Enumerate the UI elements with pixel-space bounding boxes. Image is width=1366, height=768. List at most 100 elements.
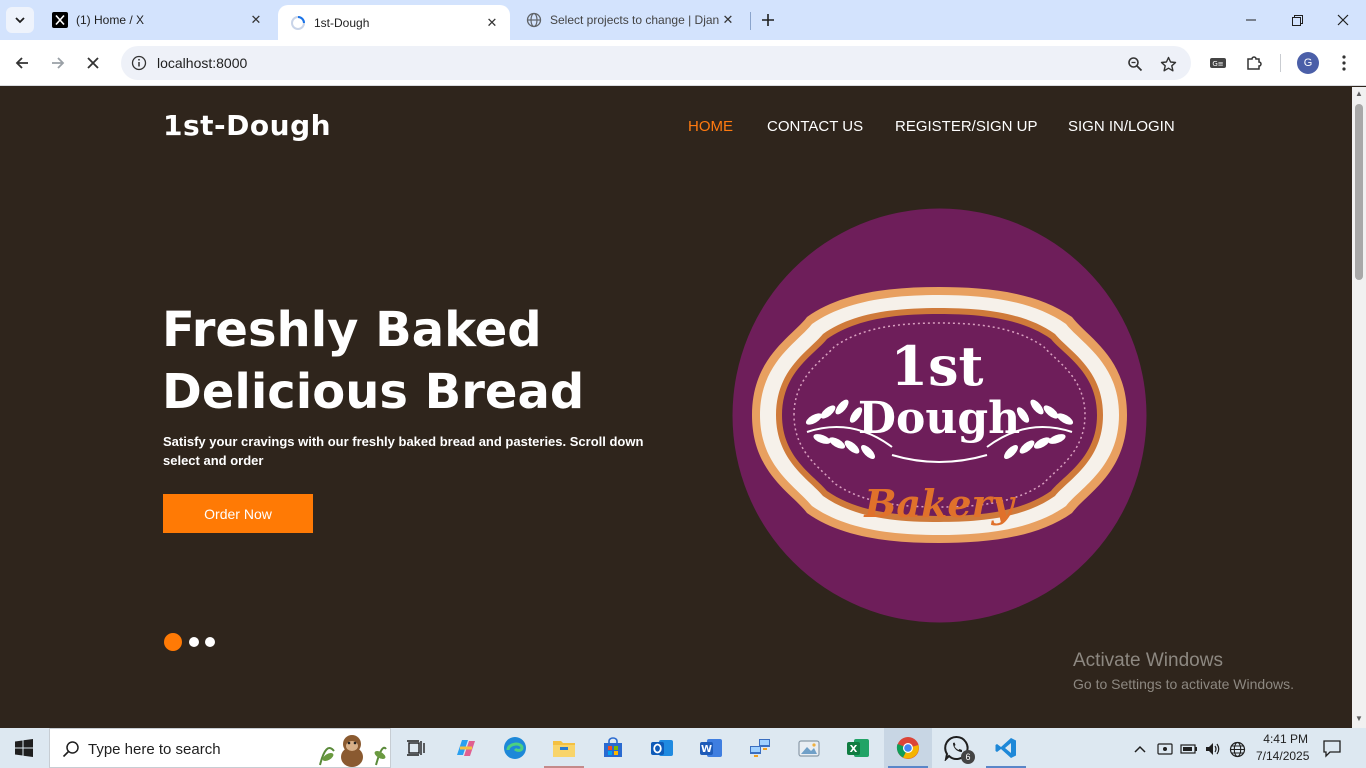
back-button[interactable] <box>8 49 36 77</box>
show-hidden-icons-button[interactable] <box>1131 740 1149 758</box>
bookmark-star-icon[interactable] <box>1158 54 1178 74</box>
notification-badge: 6 <box>961 750 975 764</box>
x-logo-icon <box>52 12 68 28</box>
windows-taskbar: Type here to search W X 6 4:41 PM 7/14/2… <box>0 728 1366 768</box>
puzzle-icon <box>1247 56 1262 70</box>
hero-title: Freshly Baked Delicious Bread <box>162 299 682 423</box>
order-now-button[interactable]: Order Now <box>163 494 313 533</box>
watermark-title: Activate Windows <box>1073 650 1223 671</box>
battery-icon[interactable] <box>1180 740 1198 758</box>
whatsapp-app[interactable]: 6 <box>933 728 981 768</box>
copilot-icon <box>457 740 475 756</box>
site-info-icon[interactable] <box>131 55 147 76</box>
carousel-dot-1[interactable] <box>164 633 182 651</box>
minimize-button[interactable] <box>1228 0 1274 40</box>
network-globe-icon[interactable] <box>1228 740 1246 758</box>
tab-1st-dough[interactable]: 1st-Dough ✕ <box>278 5 510 40</box>
bakery-logo-image: 1st Dough Bakery <box>732 208 1147 623</box>
excel-app[interactable]: X <box>834 728 882 768</box>
minimize-icon <box>1246 19 1256 21</box>
windows-logo-icon <box>15 739 33 757</box>
close-window-button[interactable] <box>1320 0 1366 40</box>
tab-search-button[interactable] <box>6 7 34 33</box>
store-icon <box>604 737 622 757</box>
nav-sign-in[interactable]: SIGN IN/LOGIN <box>1068 118 1175 135</box>
picture-icon <box>798 740 820 757</box>
excel-icon: X <box>847 739 869 757</box>
clock-time: 4:41 PM <box>1263 732 1308 746</box>
image-viewer-app[interactable] <box>785 728 833 768</box>
url-input[interactable] <box>157 52 1057 74</box>
notification-center-icon[interactable] <box>1322 738 1342 763</box>
address-bar[interactable] <box>121 46 1191 80</box>
page-scrollbar[interactable]: ▲ ▼ <box>1352 87 1366 728</box>
taskbar-clock[interactable]: 4:41 PM 7/14/2025 <box>1256 731 1309 765</box>
task-view-button[interactable] <box>392 728 440 768</box>
tab-title: 1st-Dough <box>314 15 370 30</box>
svg-text:X: X <box>850 744 858 755</box>
file-explorer-app[interactable] <box>540 728 588 768</box>
close-icon <box>1337 14 1349 26</box>
chevron-up-icon <box>1134 745 1146 753</box>
tab-x-home[interactable]: (1) Home / X ✕ <box>40 0 274 40</box>
webpage: 1st-Dough HOME CONTACT US REGISTER/SIGN … <box>0 87 1352 728</box>
new-tab-button[interactable] <box>757 8 779 32</box>
hero-title-line2: Delicious Bread <box>162 364 585 420</box>
tab-separator <box>750 12 751 30</box>
vscode-icon <box>995 738 1016 758</box>
network-computers-icon <box>750 739 770 757</box>
close-icon[interactable]: ✕ <box>248 12 264 28</box>
word-app[interactable]: W <box>687 728 735 768</box>
toolbar-divider <box>1280 54 1281 72</box>
arrow-right-icon <box>52 57 65 69</box>
search-placeholder: Type here to search <box>88 741 221 758</box>
loading-spinner-icon <box>290 15 306 31</box>
globe-icon <box>526 12 542 28</box>
tab-strip: (1) Home / X ✕ 1st-Dough ✕ Select projec… <box>0 0 1366 40</box>
hero-subtitle: Satisfy your cravings with our freshly b… <box>163 434 644 468</box>
remote-desktop-app[interactable] <box>736 728 784 768</box>
watermark-subtitle: Go to Settings to activate Windows. <box>1073 676 1294 692</box>
close-icon[interactable]: ✕ <box>720 12 736 28</box>
scrollbar-thumb[interactable] <box>1355 104 1363 280</box>
meet-now-icon[interactable] <box>1156 740 1174 758</box>
taskbar-search[interactable]: Type here to search <box>49 728 391 768</box>
scroll-up-arrow-icon[interactable]: ▲ <box>1355 90 1363 98</box>
profile-avatar[interactable]: G <box>1297 52 1319 74</box>
word-icon: W <box>700 739 722 757</box>
nav-register[interactable]: REGISTER/SIGN UP <box>895 118 1038 135</box>
search-icon <box>62 740 80 763</box>
carousel-dot-3[interactable] <box>205 637 215 647</box>
zoom-icon[interactable] <box>1125 54 1145 74</box>
close-icon[interactable]: ✕ <box>484 15 500 31</box>
nav-home[interactable]: HOME <box>688 118 733 135</box>
carousel-dot-2[interactable] <box>189 637 199 647</box>
windows-activation-watermark: Activate Windows Go to Settings to activ… <box>1073 650 1294 692</box>
restore-button[interactable] <box>1274 0 1320 40</box>
site-brand[interactable]: 1st-Dough <box>163 109 331 142</box>
stop-loading-button[interactable] <box>79 49 107 77</box>
edge-icon <box>504 737 526 759</box>
edge-app[interactable] <box>491 728 539 768</box>
forward-button[interactable] <box>44 49 72 77</box>
tab-django-admin[interactable]: Select projects to change | Djan ✕ <box>514 0 746 40</box>
plus-icon <box>762 14 774 26</box>
scroll-down-arrow-icon[interactable]: ▼ <box>1355 715 1363 723</box>
chrome-app[interactable] <box>884 728 932 768</box>
tab-title: Select projects to change | Djan <box>550 13 720 27</box>
logo-text-dough: Dough <box>858 393 1020 444</box>
vscode-app[interactable] <box>982 728 1030 768</box>
close-icon <box>87 57 99 69</box>
volume-icon[interactable] <box>1204 740 1222 758</box>
restore-icon <box>1291 14 1303 26</box>
translate-extension-button[interactable]: G≡ <box>1204 49 1232 77</box>
copilot-app[interactable] <box>442 728 490 768</box>
translate-icon: G≡ <box>1210 58 1226 68</box>
nav-contact-us[interactable]: CONTACT US <box>767 118 863 135</box>
folder-icon <box>553 741 575 757</box>
microsoft-store-app[interactable] <box>589 728 637 768</box>
start-button[interactable] <box>0 728 48 768</box>
extensions-button[interactable] <box>1240 49 1268 77</box>
outlook-app[interactable] <box>638 728 686 768</box>
browser-menu-button[interactable] <box>1330 49 1358 77</box>
